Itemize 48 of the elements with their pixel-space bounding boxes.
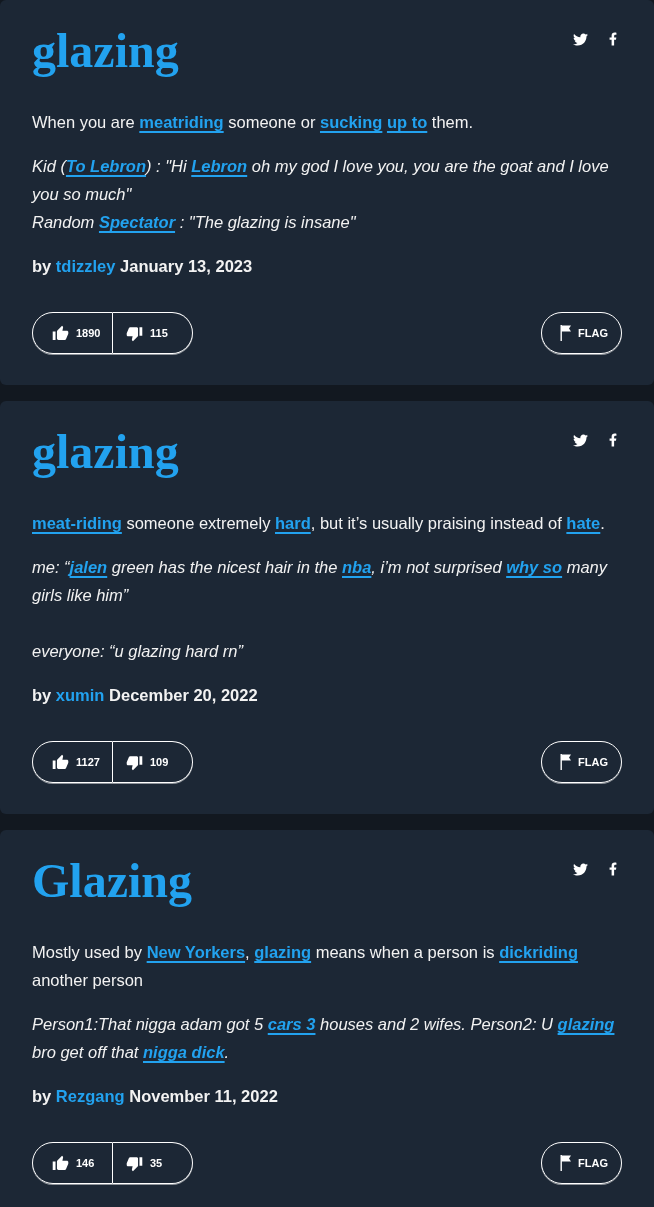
word-title[interactable]: Glazing bbox=[32, 853, 192, 909]
bird-icon[interactable] bbox=[572, 861, 589, 877]
word-link[interactable]: glazing bbox=[557, 1015, 615, 1033]
author-link[interactable]: tdizzley bbox=[55, 257, 116, 275]
bird-icon[interactable] bbox=[572, 432, 589, 448]
flag-icon bbox=[560, 1155, 571, 1171]
word-link[interactable]: meatriding bbox=[139, 113, 224, 131]
word-title[interactable]: glazing bbox=[32, 23, 179, 79]
word-link[interactable]: meat-riding bbox=[32, 514, 122, 532]
flag-icon bbox=[560, 754, 571, 770]
word-link[interactable]: hate bbox=[566, 514, 601, 532]
word-link[interactable]: dickriding bbox=[499, 943, 578, 961]
byline-text: by Rezgang November 11, 2022 bbox=[32, 1086, 279, 1107]
f-letter-icon[interactable] bbox=[609, 861, 617, 877]
word-link[interactable]: glazing bbox=[254, 943, 312, 961]
word-link[interactable]: cars 3 bbox=[267, 1015, 316, 1033]
author-link[interactable]: xumin bbox=[55, 686, 105, 704]
definition-text: When you are meatriding someone or sucking up to them. bbox=[32, 112, 475, 133]
word-link[interactable]: Spectator bbox=[98, 213, 176, 231]
definition-text: Mostly used by New Yorkers, glazing means when a person is dickriding another person bbox=[32, 942, 579, 991]
flag-icon bbox=[560, 325, 571, 341]
example-text: me: “jalen green has the nicest hair in the nba, i’m not surprised why so many girls like him” bbox=[32, 557, 609, 606]
byline-text: by tdizzley January 13, 2023 bbox=[32, 256, 254, 277]
word-link[interactable]: up to bbox=[386, 113, 428, 131]
f-letter-icon[interactable] bbox=[609, 31, 617, 47]
thumbs-up-icon bbox=[52, 1154, 69, 1172]
definition-text: meat-riding someone extremely hard, but it’s usually praising instead of hate. bbox=[32, 513, 606, 534]
word-link[interactable]: hard bbox=[275, 514, 311, 532]
thumbs-up-icon bbox=[52, 753, 69, 771]
word-title[interactable]: glazing bbox=[32, 424, 179, 480]
thumbs-down-icon bbox=[126, 753, 143, 771]
bird-icon[interactable] bbox=[572, 31, 589, 47]
author-link[interactable]: Rezgang bbox=[55, 1087, 125, 1105]
word-link[interactable]: Lebron bbox=[191, 157, 248, 175]
word-link[interactable]: why so bbox=[506, 558, 563, 576]
example-text: Kid (To Lebron) : "Hi Lebron oh my god I love you, you are the goat and I love you so much" bbox=[32, 156, 610, 205]
example-text: everyone: “u glazing hard rn” bbox=[32, 641, 245, 662]
f-letter-icon[interactable] bbox=[609, 432, 617, 448]
downvote-button[interactable]: 109 bbox=[113, 741, 193, 783]
example-text: Person1:That nigga adam got 5 cars 3 houses and 2 wifes. Person2: U glazing bro get off that nigga dick. bbox=[32, 1014, 616, 1063]
word-link[interactable]: nigga dick bbox=[143, 1043, 225, 1061]
example-text: Random Spectator : "The glazing is insane" bbox=[32, 212, 357, 233]
word-link[interactable]: jalen bbox=[69, 558, 108, 576]
thumbs-down-icon bbox=[126, 1154, 143, 1172]
byline-text: by xumin December 20, 2022 bbox=[32, 685, 259, 706]
thumbs-up-icon bbox=[52, 324, 69, 342]
thumbs-down-icon bbox=[126, 324, 143, 342]
word-link[interactable]: sucking bbox=[320, 113, 383, 131]
